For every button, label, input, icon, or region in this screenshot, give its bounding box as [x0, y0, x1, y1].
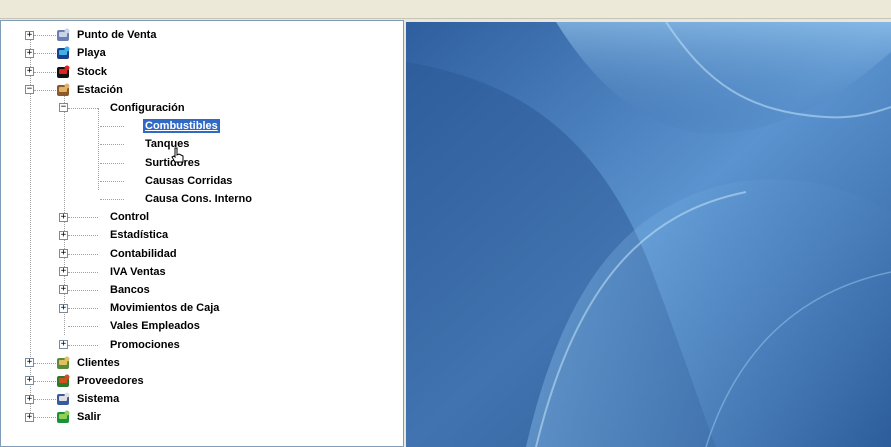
tree-item-configuraci-n[interactable]: Configuración: [108, 101, 187, 115]
tree-expander[interactable]: +: [25, 412, 34, 422]
tree-connector-line: [100, 126, 124, 128]
tree-connector-line: [68, 289, 98, 291]
tree-item-vales-empleados[interactable]: Vales Empleados: [108, 319, 202, 333]
tree-expander[interactable]: −: [25, 85, 34, 95]
tree-item-bancos[interactable]: Bancos: [108, 283, 152, 297]
tree-item-clientes[interactable]: Clientes: [75, 356, 122, 370]
tree-connector-line: [68, 308, 98, 310]
tree-item-contabilidad[interactable]: Contabilidad: [108, 247, 179, 261]
station-icon: [57, 83, 70, 96]
desktop-wallpaper: [406, 22, 891, 447]
tree-connector-line: [100, 162, 124, 164]
tree-connector-line: [68, 217, 98, 219]
window-top-bar: [0, 0, 891, 19]
navigation-tree[interactable]: + Punto de Venta + Playa + Stock − Estación − Con…: [1, 21, 403, 446]
tree-expander[interactable]: −: [59, 103, 68, 113]
tree-connector-line: [68, 235, 98, 237]
tree-item-punto-de-venta[interactable]: Punto de Venta: [75, 28, 158, 42]
tree-expander[interactable]: +: [59, 285, 68, 295]
tree-expander[interactable]: +: [25, 67, 34, 76]
wallpaper-graphic: [406, 22, 891, 447]
tree-item-sistema[interactable]: Sistema: [75, 392, 121, 406]
cash-register-icon: [57, 28, 70, 42]
tree-item-movimientos-de-caja[interactable]: Movimientos de Caja: [108, 301, 221, 315]
hand-pointer-icon: [171, 147, 184, 163]
tree-expander[interactable]: +: [25, 376, 34, 386]
tree-item-causas-corridas[interactable]: Causas Corridas: [143, 174, 234, 188]
exit-icon: [57, 410, 70, 424]
tree-item-estad-stica[interactable]: Estadística: [108, 228, 170, 242]
tree-connector-line: [100, 198, 124, 200]
tree-item-causa-cons-interno[interactable]: Causa Cons. Interno: [143, 192, 254, 206]
tree-item-playa[interactable]: Playa: [75, 46, 108, 60]
tree-connector-line: [98, 107, 99, 190]
tree-item-control[interactable]: Control: [108, 210, 151, 224]
suppliers-icon: [57, 374, 70, 387]
tree-expander[interactable]: +: [25, 30, 34, 40]
tree-connector-line: [68, 326, 98, 328]
tree-expander[interactable]: +: [59, 212, 68, 222]
tree-expander[interactable]: +: [59, 303, 68, 313]
tree-item-promociones[interactable]: Promociones: [108, 338, 182, 352]
tree-item-iva-ventas[interactable]: IVA Ventas: [108, 265, 168, 279]
tree-expander[interactable]: +: [59, 249, 68, 258]
clients-icon: [57, 356, 70, 369]
tree-item-combustibles[interactable]: Combustibles: [142, 118, 221, 135]
tree-connector-line: [100, 180, 124, 182]
tree-connector-line: [68, 253, 98, 255]
tree-connector-line: [68, 271, 98, 273]
tree-expander[interactable]: +: [25, 358, 34, 368]
tree-expander[interactable]: +: [25, 48, 34, 58]
tree-connector-line: [100, 144, 124, 146]
tree-expander[interactable]: +: [25, 394, 34, 404]
fuel-icon: [57, 46, 70, 60]
system-icon: [57, 392, 70, 406]
navigation-tree-panel[interactable]: + Punto de Venta + Playa + Stock − Estación − Con…: [0, 20, 404, 447]
tree-connector-line: [68, 344, 98, 346]
tree-item-estaci-n[interactable]: Estación: [75, 83, 125, 97]
tree-item-salir[interactable]: Salir: [75, 410, 103, 424]
tree-expander[interactable]: +: [59, 340, 68, 349]
tree-item-stock[interactable]: Stock: [75, 65, 109, 79]
tree-connector-line: [68, 107, 98, 109]
tree-expander[interactable]: +: [59, 230, 68, 240]
tree-expander[interactable]: +: [59, 267, 68, 277]
tree-item-proveedores[interactable]: Proveedores: [75, 374, 146, 388]
stock-icon: [57, 65, 70, 78]
